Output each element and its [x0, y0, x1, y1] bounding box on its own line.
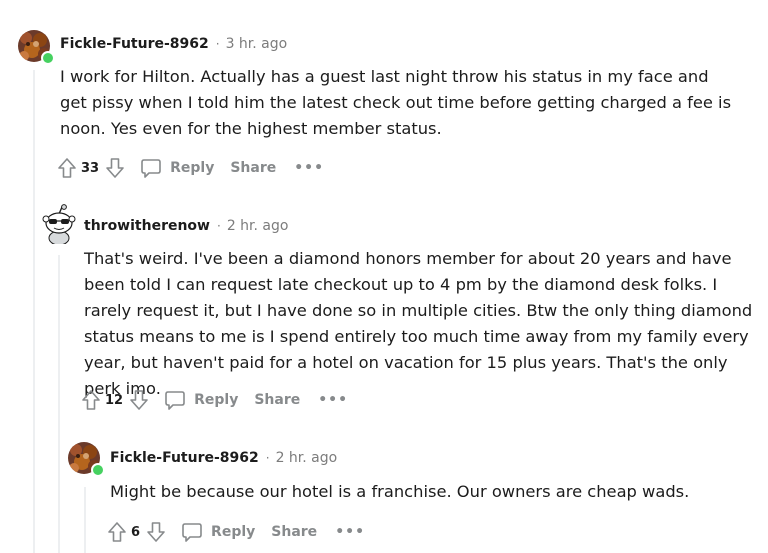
comment-meta: Fickle-Future-8962 · 3 hr. ago: [60, 36, 287, 52]
comment-bubble-icon: [164, 389, 186, 411]
username[interactable]: throwitherenow: [84, 218, 210, 234]
timestamp[interactable]: 2 hr. ago: [276, 450, 338, 466]
separator: ·: [215, 37, 220, 51]
avatar[interactable]: [18, 30, 55, 65]
more-options-icon[interactable]: •••: [318, 392, 348, 408]
comment-thread: Fickle-Future-8962 · 3 hr. ago I work fo…: [0, 0, 768, 553]
downvote-icon[interactable]: [104, 156, 126, 180]
comment-body: Might be because our hotel is a franchis…: [110, 482, 690, 501]
more-options-icon[interactable]: •••: [294, 160, 324, 176]
thread-line[interactable]: [84, 487, 86, 553]
reply-label: Reply: [170, 160, 215, 176]
comment-body: That's weird. I've been a diamond honors…: [84, 249, 753, 398]
vote-score: 33: [81, 160, 100, 176]
comment-actions: 12 Reply Share •••: [80, 386, 348, 414]
comment-meta: Fickle-Future-8962 · 2 hr. ago: [110, 450, 337, 466]
thread-line[interactable]: [58, 255, 60, 553]
comment-bubble-icon: [140, 157, 162, 179]
timestamp[interactable]: 3 hr. ago: [226, 36, 288, 52]
share-button[interactable]: Share: [254, 392, 300, 408]
vote-score: 12: [105, 392, 124, 408]
username[interactable]: Fickle-Future-8962: [60, 36, 209, 52]
downvote-icon[interactable]: [128, 388, 150, 412]
reply-button[interactable]: Reply: [181, 521, 255, 543]
vote-score: 6: [131, 524, 141, 540]
upvote-icon[interactable]: [106, 520, 128, 544]
comment-meta: throwitherenow · 2 hr. ago: [84, 218, 288, 234]
reply-label: Reply: [194, 392, 239, 408]
downvote-icon[interactable]: [145, 520, 167, 544]
upvote-icon[interactable]: [80, 388, 102, 412]
upvote-icon[interactable]: [56, 156, 78, 180]
avatar[interactable]: [68, 442, 105, 477]
online-status-icon: [41, 51, 55, 65]
comment-actions: 6 Reply Share •••: [106, 518, 365, 546]
online-status-icon: [91, 463, 105, 477]
snoo-avatar-icon: [42, 204, 76, 244]
timestamp[interactable]: 2 hr. ago: [227, 218, 289, 234]
share-button[interactable]: Share: [230, 160, 276, 176]
separator: ·: [265, 451, 270, 465]
reply-button[interactable]: Reply: [140, 157, 214, 179]
comment-bubble-icon: [181, 521, 203, 543]
separator: ·: [217, 219, 221, 233]
share-button[interactable]: Share: [271, 524, 317, 540]
reply-label: Reply: [211, 524, 256, 540]
more-options-icon[interactable]: •••: [335, 524, 365, 540]
reply-button[interactable]: Reply: [164, 389, 238, 411]
username[interactable]: Fickle-Future-8962: [110, 450, 259, 466]
avatar[interactable]: [42, 204, 76, 244]
comment-actions: 33 Reply Share •••: [56, 154, 324, 182]
comment-body: I work for Hilton. Actually has a guest …: [60, 67, 732, 138]
thread-line[interactable]: [33, 70, 35, 553]
